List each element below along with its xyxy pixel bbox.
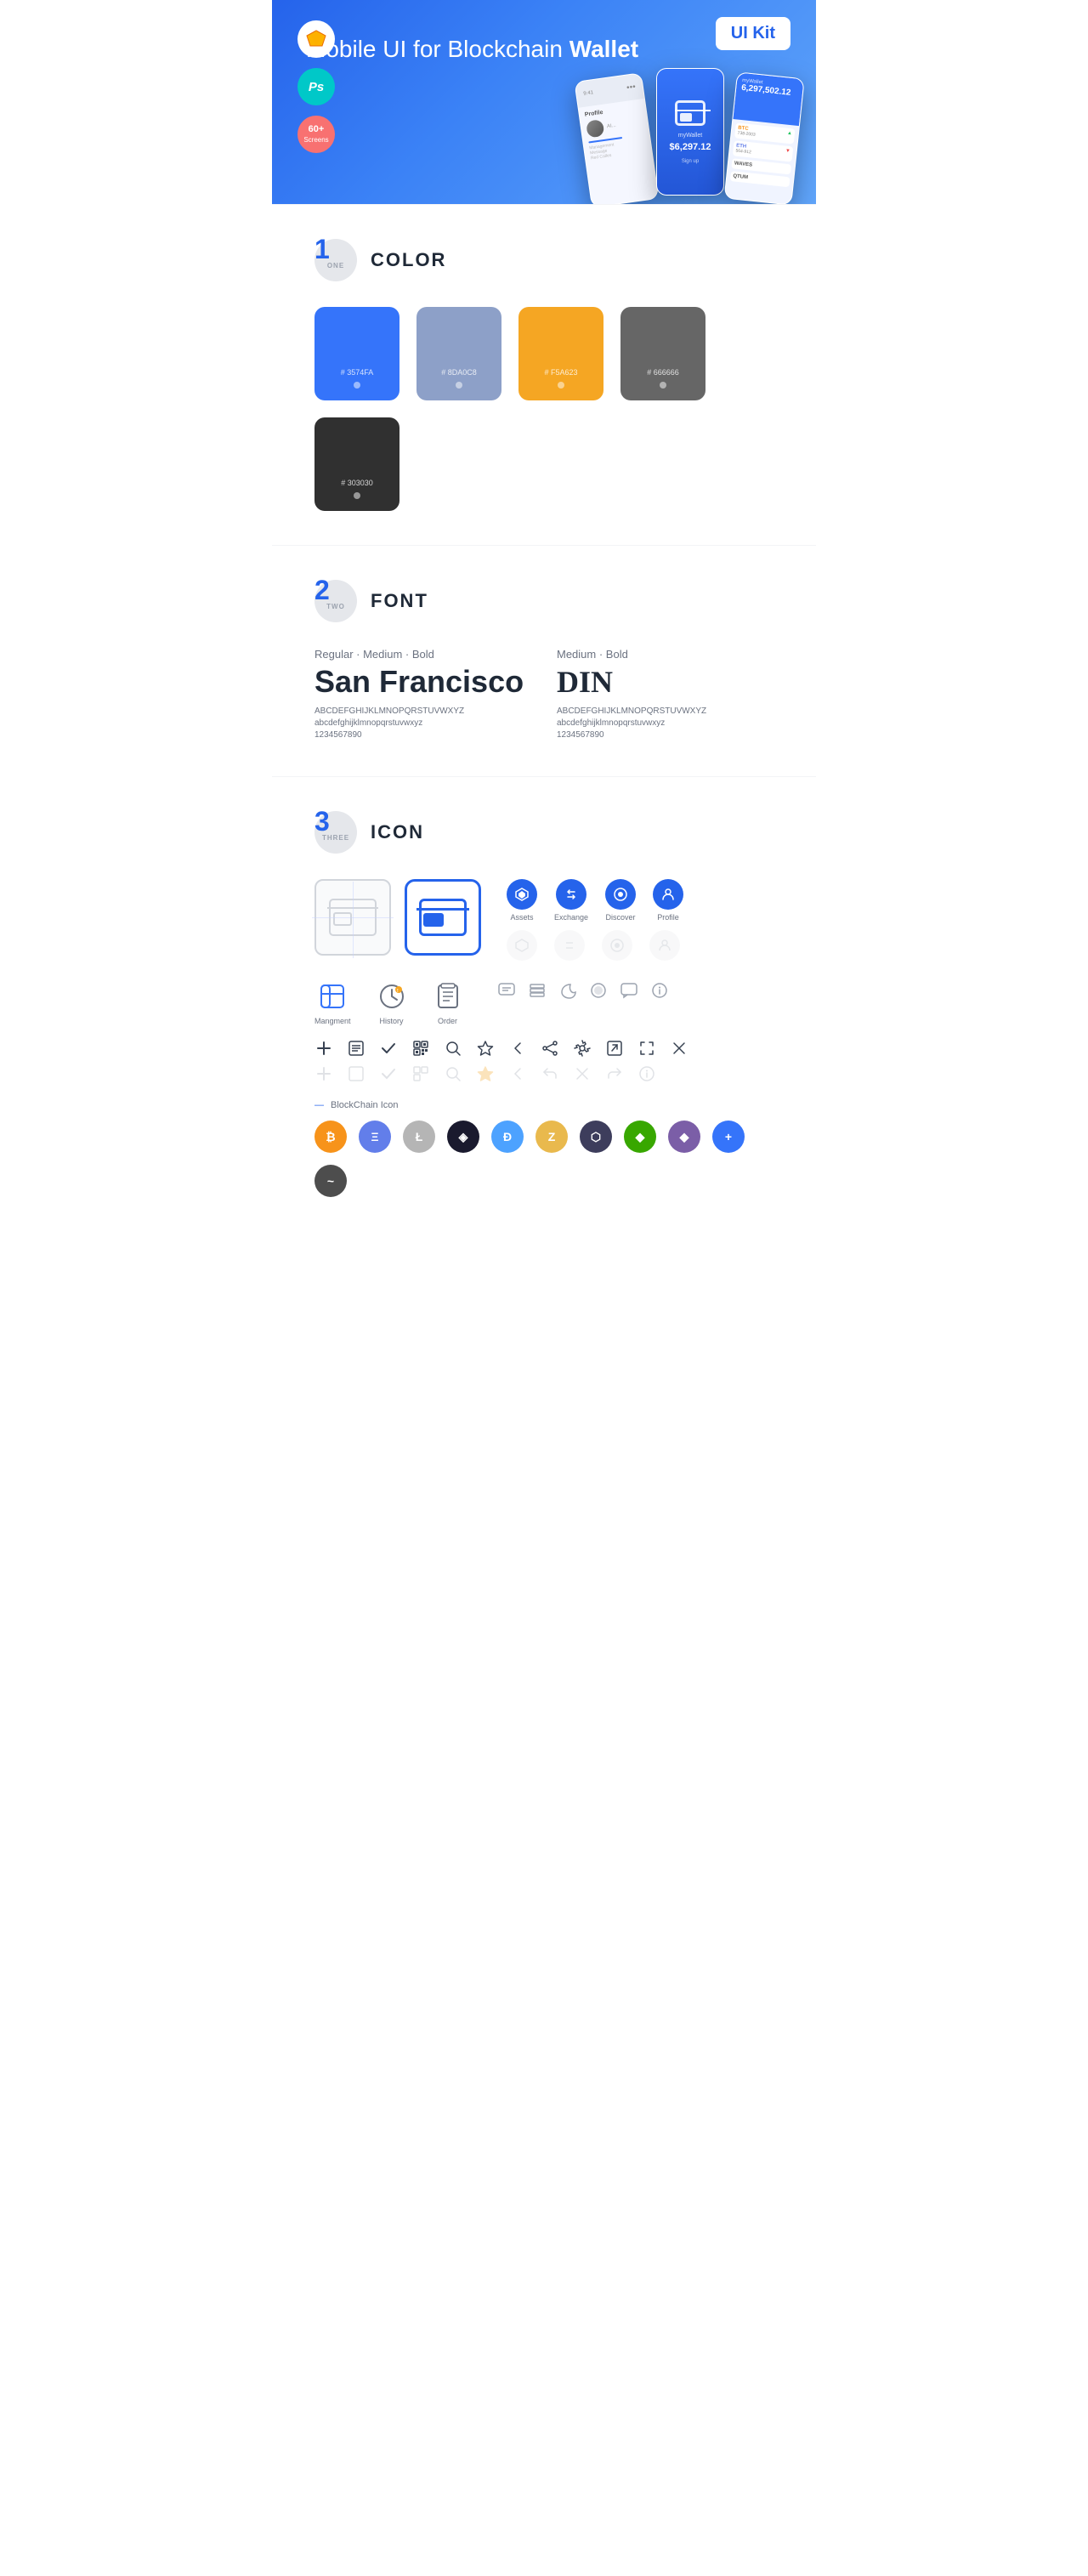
check-icon (379, 1039, 398, 1058)
font-sf: Regular · Medium · Bold San Francisco AB… (314, 648, 531, 742)
font-title: FONT (371, 590, 428, 612)
color-swatch: # 303030 (314, 417, 400, 511)
color-swatch: # 3574FA (314, 307, 400, 400)
color-section-header: ONE 1 COLOR (314, 239, 774, 281)
box-arrow-icon (605, 1039, 624, 1058)
color-section: ONE 1 COLOR # 3574FA # 8DA0C8 # F5A623 #… (272, 205, 816, 545)
management-icon (317, 981, 348, 1012)
color-swatch: # F5A623 (518, 307, 604, 400)
ps-badge: Ps (298, 68, 335, 105)
plus-icon (314, 1039, 333, 1058)
chevron-left-icon (508, 1039, 527, 1058)
sf-name: San Francisco (314, 664, 531, 700)
din-upper: ABCDEFGHIJKLMNOPQRSTUVWXYZ (557, 706, 774, 716)
font-grid: Regular · Medium · Bold San Francisco AB… (314, 648, 774, 742)
icon-title: ICON (371, 821, 424, 843)
tool-icons-blue (314, 1039, 774, 1058)
sf-upper: ABCDEFGHIJKLMNOPQRSTUVWXYZ (314, 706, 531, 716)
history-icon: ! (377, 981, 407, 1012)
blockchain-label: BlockChain Icon (314, 1100, 774, 1110)
phone-3: myWallet 6,297,502.12 BTC 738-2003 ▲ ETH (724, 71, 805, 204)
crypto-Diamond: ◆ (668, 1121, 700, 1153)
share-icon (541, 1039, 559, 1058)
color-swatch: # 8DA0C8 (416, 307, 502, 400)
resize-icon (638, 1039, 656, 1058)
comment-icon (620, 981, 638, 1000)
phone-2: myWallet $6,297.12 Sign up (656, 68, 724, 196)
hero-badges: Ps 60+Screens (298, 20, 335, 153)
star-active-icon (476, 1064, 495, 1083)
nav-icons-row-active: Assets Exchange (507, 879, 683, 922)
nav-assets: Assets (507, 879, 537, 922)
profile-icon (653, 879, 683, 910)
tab-icons-section: Mangment ! History Order (314, 981, 774, 1025)
tool-icons-gray (314, 1064, 774, 1083)
section-number-2: TWO 2 (314, 580, 357, 622)
nav-icons-row-inactive (507, 930, 683, 961)
section-number-3: THREE 3 (314, 811, 357, 854)
crypto-Litecoin: Ł (403, 1121, 435, 1153)
crypto-Grid: ⬡ (580, 1121, 612, 1153)
crypto-Stratis: ◈ (447, 1121, 479, 1153)
crypto-Dash: Đ (491, 1121, 524, 1153)
font-section: TWO 2 FONT Regular · Medium · Bold San F… (272, 546, 816, 776)
nav-icons-group: Assets Exchange (507, 879, 683, 961)
settings-icon (573, 1039, 592, 1058)
chat-icon (497, 981, 516, 1000)
sf-nums: 1234567890 (314, 730, 531, 740)
crypto-Bitcoin: ₿ (314, 1121, 347, 1153)
crypto-Ethereum: Ξ (359, 1121, 391, 1153)
hero-section: Mobile UI for Blockchain Wallet UI Kit P… (272, 0, 816, 204)
sketch-badge (298, 20, 335, 58)
hero-title: Mobile UI for Blockchain Wallet (306, 34, 782, 65)
crypto-Waves: ◆ (624, 1121, 656, 1153)
misc-icons (497, 981, 669, 1000)
icon-section-header: THREE 3 ICON (314, 811, 774, 854)
din-lower: abcdefghijklmnopqrstuvwxyz (557, 718, 774, 728)
close-icon (670, 1039, 688, 1058)
phone-1: 9:41 ●●● Profile AI... Management Messag… (574, 72, 659, 204)
ui-kit-badge: UI Kit (716, 17, 790, 50)
crypto-Zcash: Z (536, 1121, 568, 1153)
tab-order: Order (433, 981, 463, 1025)
crypto-icons: ₿ ΞŁ ◈ ĐZ ⬡ ◆ ◆ + ~ (314, 1121, 774, 1197)
qr-icon (411, 1039, 430, 1058)
tab-management: Mangment (314, 981, 351, 1025)
assets-icon (507, 879, 537, 910)
color-title: COLOR (371, 249, 446, 271)
wallet-icon-wireframe-1 (314, 879, 391, 956)
star-icon (476, 1039, 495, 1058)
color-swatches: # 3574FA # 8DA0C8 # F5A623 # 666666 # 30… (314, 307, 774, 511)
din-nums: 1234567890 (557, 730, 774, 740)
font-din: Medium · Bold DIN ABCDEFGHIJKLMNOPQRSTUV… (557, 648, 774, 742)
sf-meta: Regular · Medium · Bold (314, 648, 531, 661)
sf-lower: abcdefghijklmnopqrstuvwxyz (314, 718, 531, 728)
order-icon (433, 981, 463, 1012)
color-swatch: # 666666 (620, 307, 706, 400)
nav-profile: Profile (653, 879, 683, 922)
tab-history: ! History (377, 981, 407, 1025)
screens-badge: 60+Screens (298, 116, 335, 153)
din-meta: Medium · Bold (557, 648, 774, 661)
crypto-Plus: + (712, 1121, 745, 1153)
nav-discover: Discover (605, 879, 636, 922)
circle-icon (589, 981, 608, 1000)
info-icon (650, 981, 669, 1000)
exchange-icon (556, 879, 586, 910)
crypto-Other: ~ (314, 1165, 347, 1197)
section-number-1: ONE 1 (314, 239, 357, 281)
search-icon (444, 1039, 462, 1058)
nav-exchange: Exchange (554, 879, 588, 922)
discover-icon (605, 879, 636, 910)
din-name: DIN (557, 664, 774, 700)
list-icon (347, 1039, 366, 1058)
font-section-header: TWO 2 FONT (314, 580, 774, 622)
moon-icon (558, 981, 577, 1000)
icon-section: THREE 3 ICON (272, 777, 816, 1231)
wallet-wireframes (314, 879, 481, 956)
phone-mockups: 9:41 ●●● Profile AI... Management Messag… (581, 68, 799, 196)
stack-icon (528, 981, 547, 1000)
wallet-icon-blue (405, 879, 481, 956)
